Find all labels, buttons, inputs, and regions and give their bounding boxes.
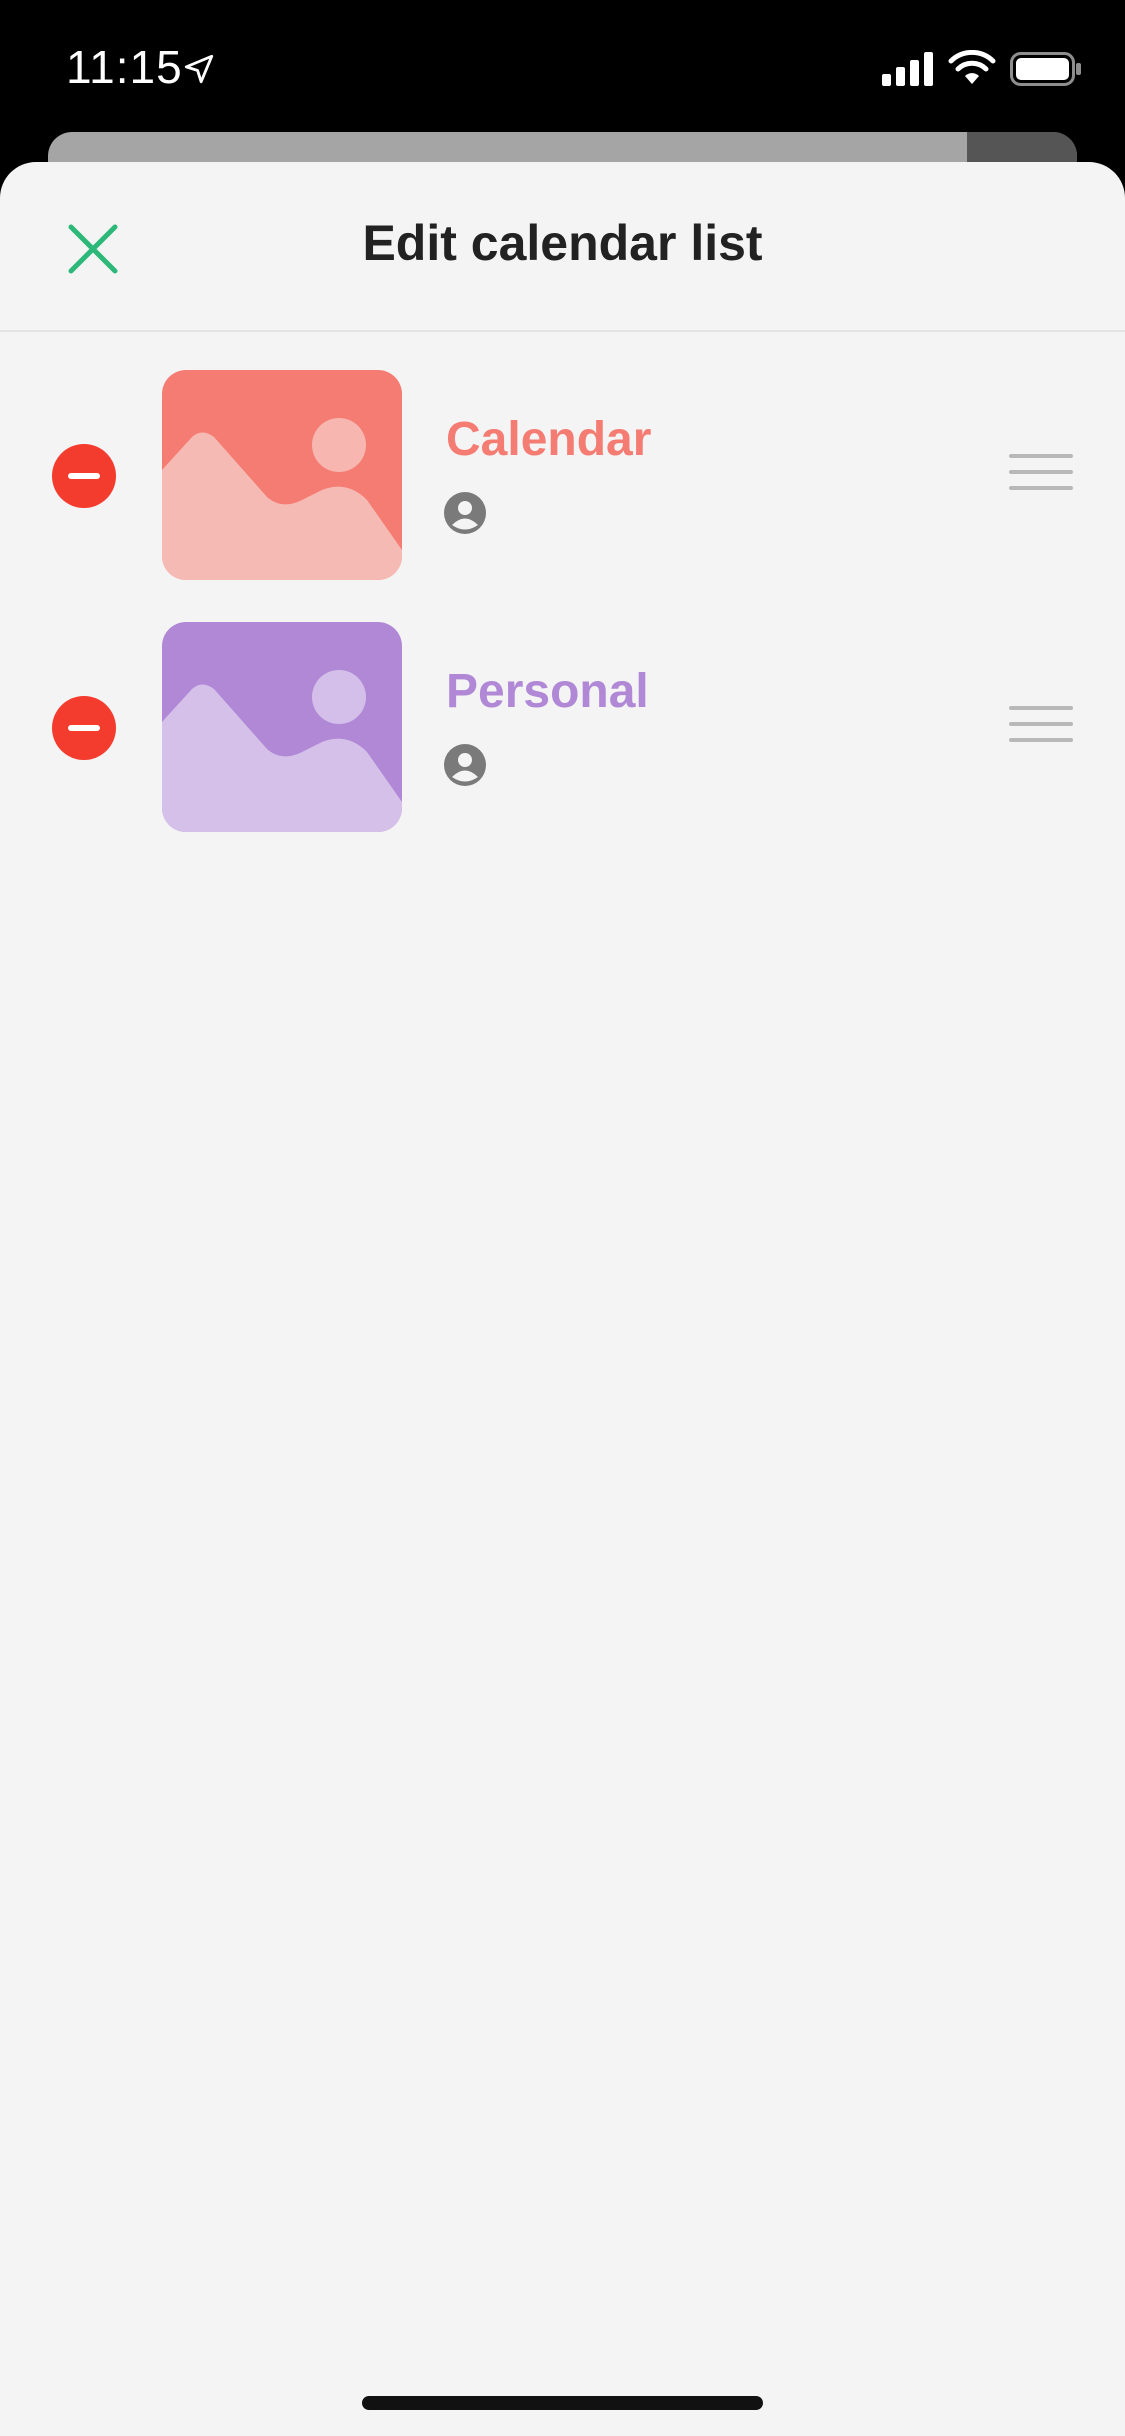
sheet-header: Edit calendar list bbox=[0, 162, 1125, 332]
calendar-image-placeholder-icon bbox=[162, 622, 402, 832]
delete-calendar-button[interactable] bbox=[52, 696, 116, 760]
calendar-name: Personal bbox=[446, 665, 649, 718]
home-indicator[interactable] bbox=[362, 2396, 763, 2410]
minus-icon bbox=[68, 473, 100, 479]
person-icon bbox=[444, 492, 486, 534]
status-bar: 11:15 bbox=[0, 0, 1125, 132]
calendar-image-placeholder-icon bbox=[162, 370, 402, 580]
delete-calendar-button[interactable] bbox=[52, 444, 116, 508]
cellular-signal-icon bbox=[882, 52, 933, 86]
handle-line bbox=[1009, 738, 1073, 742]
edit-calendar-sheet: Edit calendar list Calendar Personal bbox=[0, 162, 1125, 2436]
handle-line bbox=[1009, 470, 1073, 474]
handle-line bbox=[1009, 706, 1073, 710]
handle-line bbox=[1009, 486, 1073, 490]
battery-icon bbox=[1010, 52, 1081, 86]
reorder-handle[interactable] bbox=[1009, 706, 1073, 742]
calendar-name: Calendar bbox=[446, 413, 652, 466]
handle-line bbox=[1009, 722, 1073, 726]
calendar-row-personal: Personal bbox=[0, 622, 1125, 834]
calendar-row-calendar: Calendar bbox=[0, 370, 1125, 582]
reorder-handle[interactable] bbox=[1009, 454, 1073, 490]
location-arrow-icon bbox=[184, 54, 214, 84]
status-time: 11:15 bbox=[66, 41, 183, 93]
person-icon bbox=[444, 744, 486, 786]
minus-icon bbox=[68, 725, 100, 731]
handle-line bbox=[1009, 454, 1073, 458]
page-title: Edit calendar list bbox=[362, 215, 763, 271]
wifi-icon bbox=[948, 50, 996, 84]
